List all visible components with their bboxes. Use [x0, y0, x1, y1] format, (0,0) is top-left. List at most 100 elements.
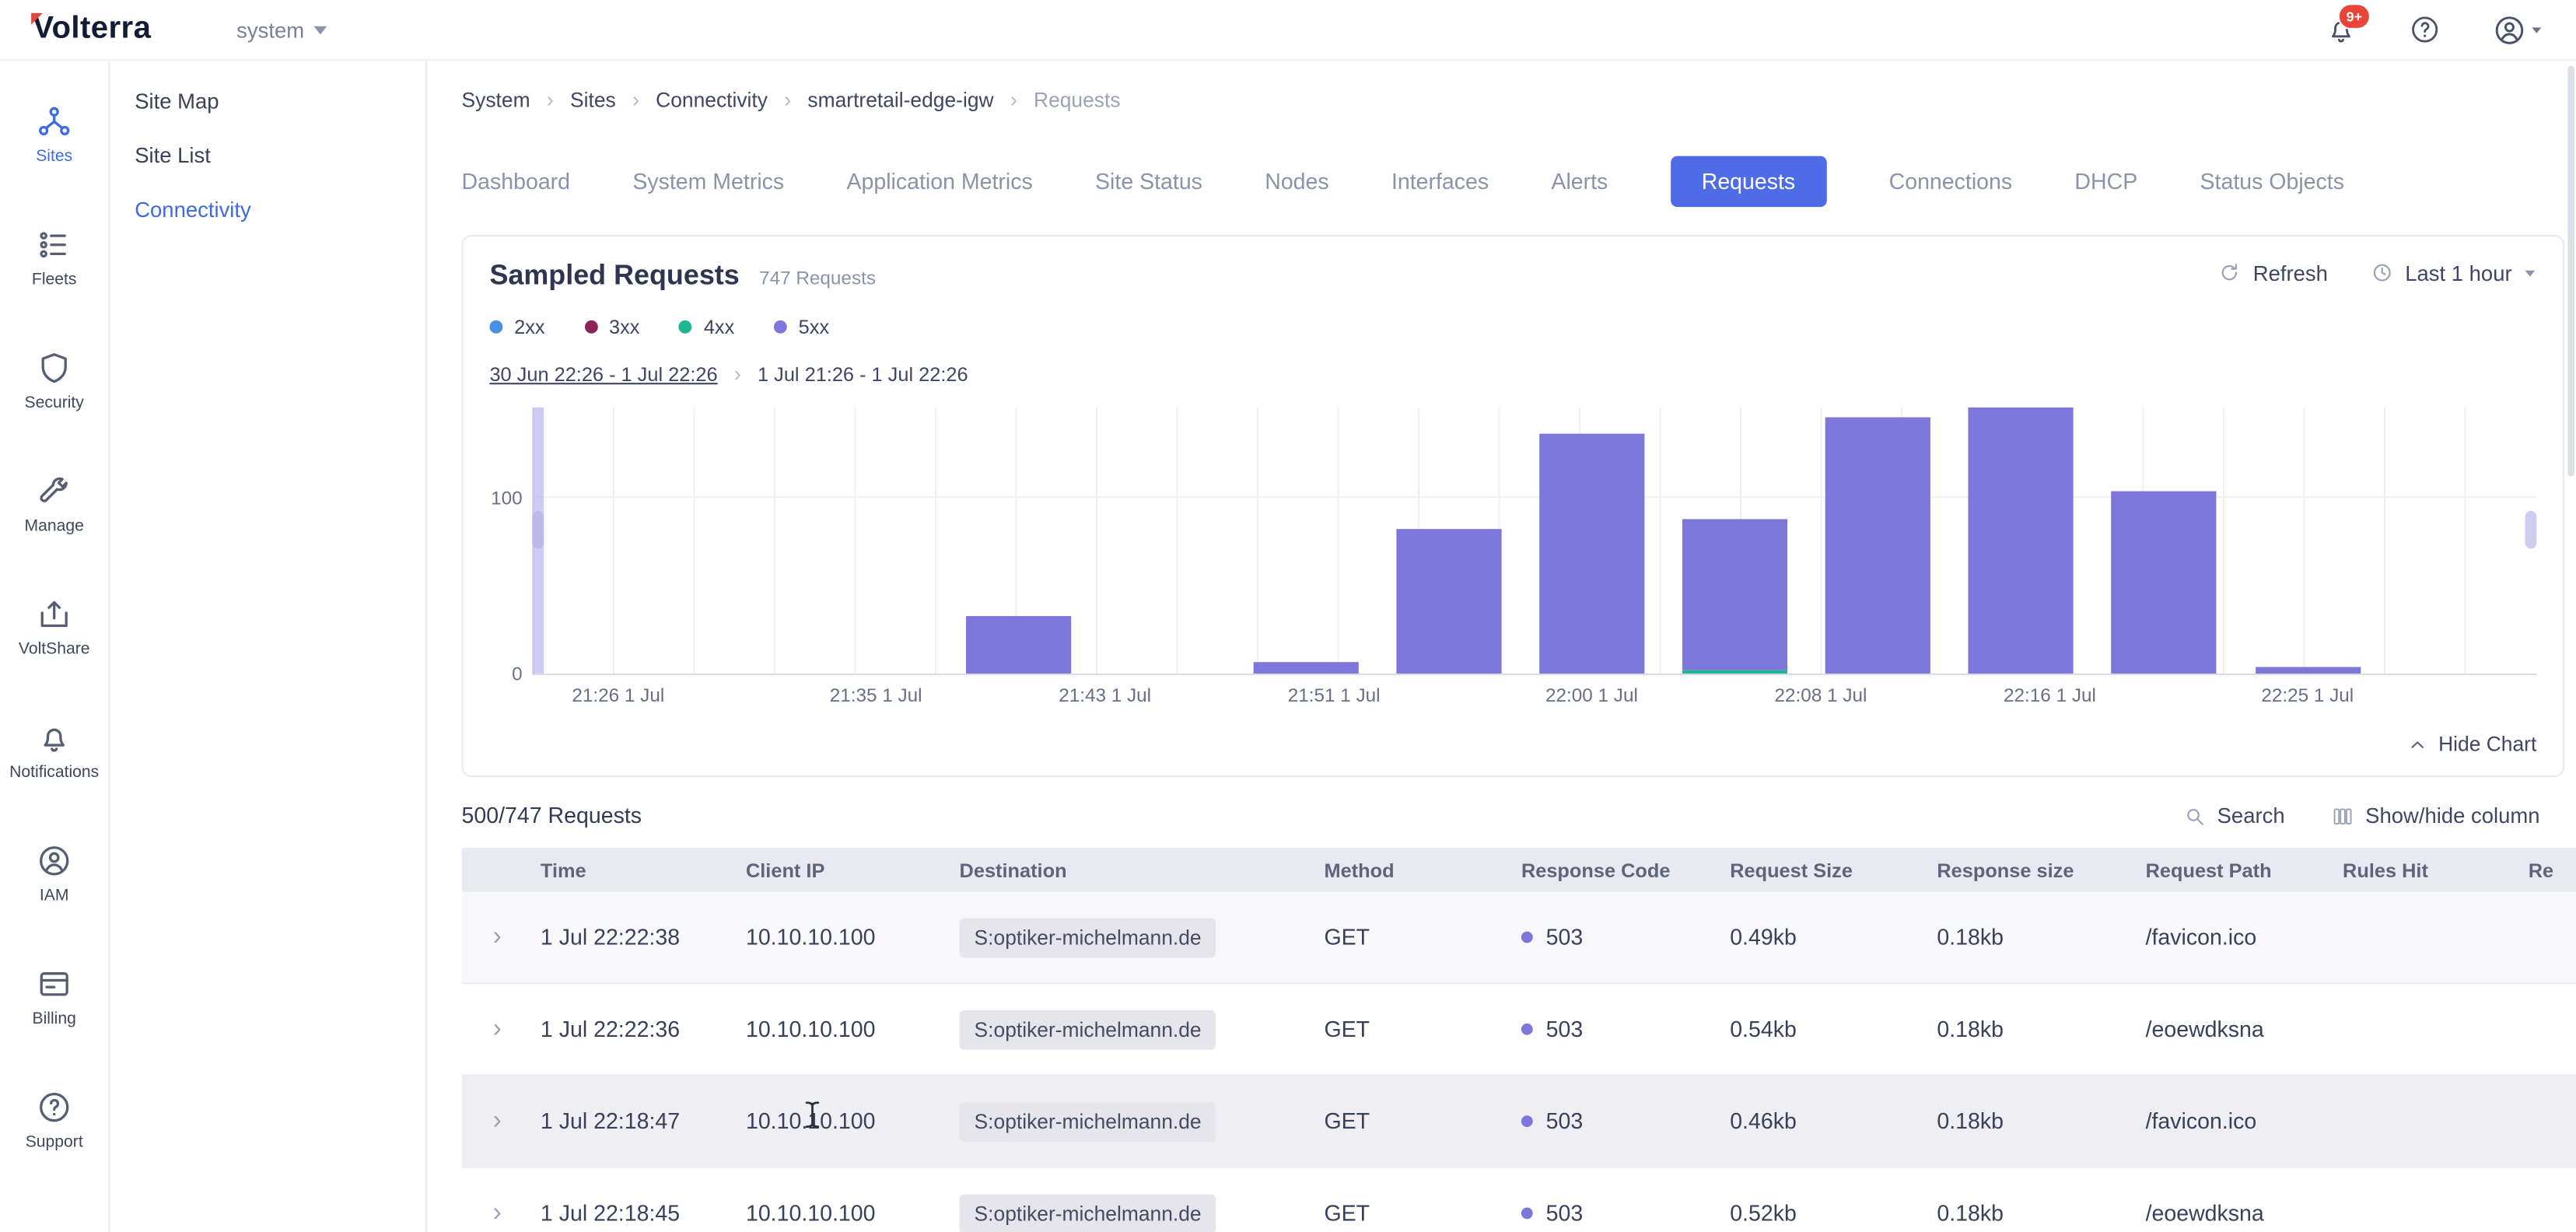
- sidebar-item-sites[interactable]: Sites: [0, 103, 108, 166]
- cell-response-size: 0.18kb: [1937, 1017, 2004, 1041]
- sidebar-item-security[interactable]: Security: [0, 350, 108, 412]
- chart-bar-21-55[interactable]: [1396, 528, 1501, 674]
- cell-request-path: /eoewdksna: [2146, 1201, 2264, 1226]
- volterra-logo[interactable]: Volterra: [33, 12, 151, 47]
- legend-item-5xx[interactable]: 5xx: [774, 316, 829, 339]
- time-range-selector[interactable]: Last 1 hour: [2371, 261, 2536, 285]
- tab-alerts[interactable]: Alerts: [1551, 170, 1608, 194]
- submenu-item-connectivity[interactable]: Connectivity: [110, 182, 426, 236]
- sidebar-item-billing[interactable]: Billing: [0, 966, 108, 1028]
- chart-bar-22-05[interactable]: [1682, 520, 1787, 674]
- sidebar-item-label: VoltShare: [19, 641, 90, 659]
- breadcrumb-item-sites[interactable]: Sites: [570, 88, 616, 111]
- help-icon[interactable]: [2406, 12, 2442, 47]
- tab-nodes[interactable]: Nodes: [1265, 170, 1328, 194]
- row-expand-chevron[interactable]: ›: [493, 1108, 502, 1135]
- chart-legend: 2xx 3xx 4xx 5xx: [489, 316, 2536, 339]
- tab-site-status[interactable]: Site Status: [1095, 170, 1202, 194]
- submenu-item-site-map[interactable]: Site Map: [110, 74, 426, 128]
- destination-badge: S:optiker-michelmann.de: [960, 1010, 1216, 1049]
- breadcrumb-item-requests[interactable]: Requests: [1034, 88, 1121, 111]
- chart-brush-handle-left[interactable]: [532, 511, 544, 549]
- column-header-request-size[interactable]: Request Size: [1730, 859, 1937, 882]
- sidebar-item-voltshare[interactable]: VoltShare: [0, 597, 108, 659]
- column-header-time[interactable]: Time: [541, 859, 746, 882]
- search-button[interactable]: Search: [2182, 803, 2284, 828]
- header-actions: 9+: [2323, 12, 2576, 47]
- cell-time: 1 Jul 22:22:38: [541, 925, 680, 950]
- tab-system-metrics[interactable]: System Metrics: [632, 170, 784, 194]
- table-row[interactable]: ›1 Jul 22:22:3810.10.10.100S:optiker-mic…: [462, 892, 2576, 984]
- app-root: Volterra system 9+ Sites Fleets: [0, 0, 2576, 1232]
- previous-range-link[interactable]: 30 Jun 22:26 - 1 Jul 22:26: [489, 362, 717, 386]
- hide-chart-button[interactable]: Hide Chart: [2409, 733, 2536, 756]
- chart-brush-handle-right[interactable]: [2525, 511, 2537, 549]
- legend-dot: [774, 320, 787, 334]
- response-code-value: 503: [1546, 1017, 1584, 1041]
- tab-connections[interactable]: Connections: [1889, 170, 2013, 194]
- sidebar-item-support[interactable]: Support: [0, 1089, 108, 1151]
- tab-dashboard[interactable]: Dashboard: [462, 170, 571, 194]
- column-header-destination[interactable]: Destination: [960, 859, 1325, 882]
- legend-item-4xx[interactable]: 4xx: [679, 316, 734, 339]
- column-header-response-code[interactable]: Response Code: [1521, 859, 1730, 882]
- sidebar-item-iam[interactable]: IAM: [0, 843, 108, 905]
- breadcrumb-item-connectivity[interactable]: Connectivity: [656, 88, 768, 111]
- column-header-rules-hit[interactable]: Rules Hit: [2343, 859, 2529, 882]
- cell-response-size: 0.18kb: [1937, 1201, 2004, 1226]
- chevron-down-icon: [2525, 270, 2536, 276]
- breadcrumb-item-system[interactable]: System: [462, 88, 530, 111]
- table-row[interactable]: ›1 Jul 22:18:4710.10.10.100S:optiker-mic…: [462, 1076, 2576, 1168]
- bar-segment-4xx: [1682, 670, 1787, 674]
- notifications-bell-icon[interactable]: 9+: [2323, 12, 2359, 47]
- chart-bar-22-10[interactable]: [1825, 418, 1930, 674]
- sidebar-item-manage[interactable]: Manage: [0, 473, 108, 535]
- legend-label: 2xx: [514, 316, 544, 339]
- column-header-request-path[interactable]: Request Path: [2146, 859, 2343, 882]
- bar-segment-5xx: [1539, 434, 1644, 674]
- table-row[interactable]: ›1 Jul 22:22:3610.10.10.100S:optiker-mic…: [462, 984, 2576, 1076]
- bar-segment-5xx: [1969, 408, 2074, 674]
- column-header-re[interactable]: Re: [2529, 859, 2576, 882]
- logo-text: Volterra: [33, 12, 151, 46]
- table-row[interactable]: ›1 Jul 22:18:4510.10.10.100S:optiker-mic…: [462, 1168, 2576, 1232]
- breadcrumb-item-smartretail-edge-igw[interactable]: smartretail-edge-igw: [807, 88, 993, 111]
- chart-bar-22-20[interactable]: [2112, 492, 2217, 674]
- page-scrollbar[interactable]: [2567, 65, 2574, 476]
- sidebar-item-notifications[interactable]: Notifications: [0, 719, 108, 782]
- chart-bar-22-25[interactable]: [2255, 667, 2360, 674]
- sidebar-item-label: Notifications: [9, 764, 99, 782]
- row-expand-chevron[interactable]: ›: [493, 1200, 502, 1227]
- tab-status-objects[interactable]: Status Objects: [2200, 170, 2344, 194]
- sidebar-item-fleets[interactable]: Fleets: [0, 226, 108, 289]
- bar-segment-5xx: [1396, 528, 1501, 674]
- column-header-client-ip[interactable]: Client IP: [746, 859, 960, 882]
- response-code-value: 503: [1546, 1109, 1584, 1134]
- tab-application-metrics[interactable]: Application Metrics: [846, 170, 1032, 194]
- tab-requests[interactable]: Requests: [1671, 156, 1827, 207]
- refresh-button[interactable]: Refresh: [2218, 261, 2328, 285]
- cell-time: 1 Jul 22:22:36: [541, 1017, 680, 1041]
- chart-bar-22-15[interactable]: [1969, 408, 2074, 674]
- column-header-method[interactable]: Method: [1324, 859, 1521, 882]
- bar-segment-5xx: [1253, 661, 1358, 674]
- chart-bar-22-00[interactable]: [1539, 434, 1644, 674]
- bar-segment-5xx: [967, 616, 1072, 674]
- legend-item-3xx[interactable]: 3xx: [584, 316, 639, 339]
- tab-interfaces[interactable]: Interfaces: [1391, 170, 1489, 194]
- notification-badge: 9+: [2338, 3, 2371, 30]
- chart-bar-21-40[interactable]: [967, 616, 1072, 674]
- chart-bar-21-50[interactable]: [1253, 661, 1358, 674]
- column-header-response-size[interactable]: Response size: [1937, 859, 2145, 882]
- legend-item-2xx[interactable]: 2xx: [489, 316, 544, 339]
- person-circle-icon: [36, 843, 72, 879]
- row-expand-chevron[interactable]: ›: [493, 924, 502, 950]
- tab-dhcp[interactable]: DHCP: [2074, 170, 2137, 194]
- row-expand-chevron[interactable]: ›: [493, 1016, 502, 1042]
- show-hide-column-button[interactable]: Show/hide column: [2331, 803, 2540, 828]
- breadcrumb-separator: ›: [784, 87, 791, 112]
- bar-segment-5xx: [1682, 520, 1787, 670]
- submenu-item-site-list[interactable]: Site List: [110, 128, 426, 183]
- user-avatar[interactable]: [2490, 12, 2526, 47]
- tenant-selector[interactable]: system: [236, 17, 327, 42]
